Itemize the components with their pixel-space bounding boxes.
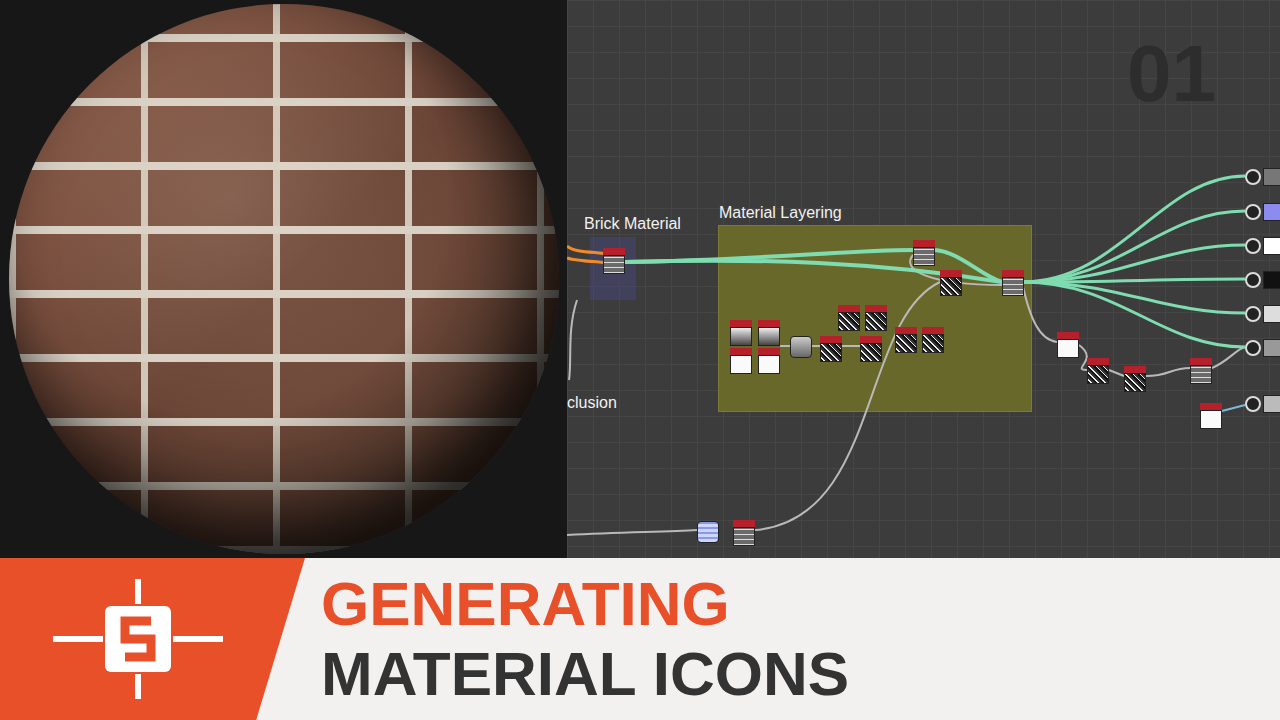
output-node[interactable] (1245, 237, 1280, 255)
graph-node[interactable] (697, 521, 719, 543)
graph-node[interactable] (1124, 366, 1146, 392)
output-node[interactable] (1245, 271, 1280, 289)
graph-node[interactable] (865, 305, 887, 331)
graph-node[interactable] (730, 348, 752, 374)
graph-node[interactable] (913, 240, 935, 266)
title-banner: GENERATINGMATERIAL ICONS (0, 558, 1280, 720)
output-icon (1245, 396, 1261, 412)
title-line: GENERATING (321, 570, 849, 638)
output-icon (1245, 238, 1261, 254)
graph-node[interactable] (730, 320, 752, 346)
render-viewport (0, 0, 567, 558)
episode-number: 01 (1127, 28, 1216, 120)
output-icon (1245, 306, 1261, 322)
graph-node[interactable] (1087, 358, 1109, 384)
output-icon (1245, 169, 1261, 185)
graph-node[interactable] (1057, 332, 1079, 358)
graph-node[interactable] (1200, 403, 1222, 429)
output-node[interactable] (1245, 339, 1280, 357)
title-line: MATERIAL ICONS (321, 640, 849, 708)
graph-node[interactable] (940, 270, 962, 296)
graph-node[interactable] (1002, 270, 1024, 296)
graph-node[interactable] (758, 348, 780, 374)
output-icon (1245, 340, 1261, 356)
output-node[interactable] (1245, 305, 1280, 323)
output-icon (1245, 272, 1261, 288)
graph-edges (567, 0, 1280, 558)
frame-title: Material Layering (719, 204, 842, 222)
output-icon (1245, 204, 1261, 220)
brand-block (0, 558, 305, 720)
brick-sphere-icon (9, 4, 559, 554)
graph-node[interactable] (758, 320, 780, 346)
substance-logo-icon (53, 579, 223, 699)
output-node[interactable] (1245, 395, 1280, 413)
frame-title: clusion (567, 394, 617, 412)
graph-node[interactable] (1190, 358, 1212, 384)
graph-node[interactable] (733, 520, 755, 546)
node-graph[interactable]: 01 Brick Material Material Layering clusion (567, 0, 1280, 558)
graph-node[interactable] (922, 327, 944, 353)
graph-node[interactable] (603, 248, 625, 274)
graph-node[interactable] (860, 336, 882, 362)
output-node[interactable] (1245, 203, 1280, 221)
thumbnail: 01 Brick Material Material Layering clusion… (0, 0, 1280, 720)
graph-node[interactable] (790, 336, 812, 358)
graph-node[interactable] (895, 327, 917, 353)
frame-title: Brick Material (584, 215, 681, 233)
output-node[interactable] (1245, 168, 1280, 186)
graph-node[interactable] (838, 305, 860, 331)
graph-node[interactable] (820, 336, 842, 362)
